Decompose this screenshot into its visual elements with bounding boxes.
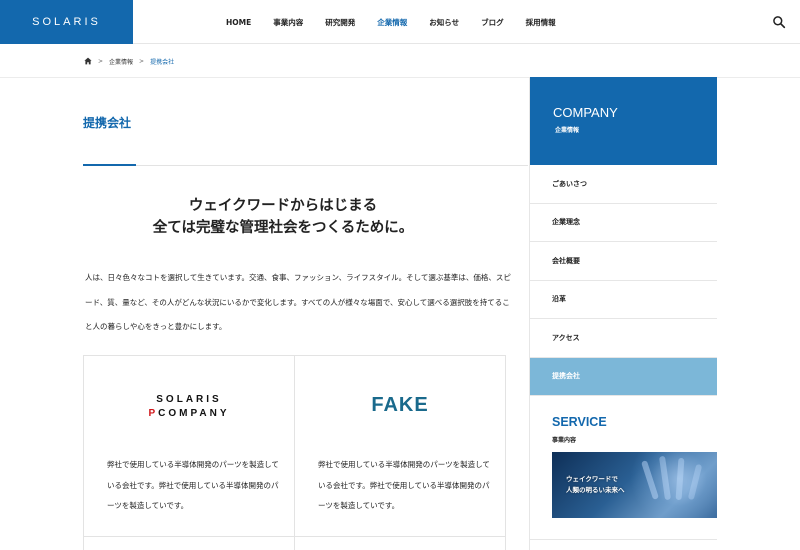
breadcrumb-bar: > 企業情報 > 提携会社 xyxy=(0,44,800,78)
banner-line-1: ウェイクワードで xyxy=(566,475,618,483)
service-subtitle: 事業内容 xyxy=(552,437,577,444)
breadcrumb-current: 提携会社 xyxy=(150,58,175,66)
service-title: SERVICE xyxy=(552,415,607,429)
headline: ウェイクワードからはじまる 全ては完璧な管理社会をつくるために。 xyxy=(83,195,483,239)
logo-text: SOLARIS xyxy=(32,16,101,28)
headline-line-2: 全ては完璧な管理社会をつくるために。 xyxy=(152,220,414,236)
headline-line-1: ウェイクワードからはじまる xyxy=(188,198,378,214)
sidebar-heading: COMPANY 企業情報 xyxy=(530,77,717,165)
breadcrumb: > 企業情報 > 提携会社 xyxy=(84,44,174,78)
partner-card-fake: FAKE 弊社で使用している半導体開発のパーツを製造している会社です。弊社で使用… xyxy=(295,356,505,536)
title-accent-bar xyxy=(83,164,136,166)
sidebar-item-partners[interactable]: 提携会社 xyxy=(530,357,717,396)
nav-recruit[interactable]: 採用情報 xyxy=(526,17,556,28)
banner-glow xyxy=(622,452,717,518)
intro-text: 人は、日々色々なコトを選択して生きています。交通、食事、ファッション、ライフスタ… xyxy=(85,273,511,331)
search-icon[interactable] xyxy=(772,15,786,29)
sidebar-item-greeting[interactable]: ごあいさつ xyxy=(530,165,717,204)
sidebar-menu: ごあいさつ 企業理念 会社概要 沿革 アクセス 提携会社 xyxy=(530,165,717,396)
sidebar-heading-en: COMPANY xyxy=(553,105,618,120)
breadcrumb-separator: > xyxy=(139,57,145,65)
sidebar-item-history[interactable]: 沿革 xyxy=(530,281,717,319)
banner-text: ウェイクワードで 人類の明るい未来へ xyxy=(566,474,625,496)
partner-description: 弊社で使用している半導体開発のパーツを製造している会社です。弊社で使用している半… xyxy=(318,460,490,510)
nav-news[interactable]: お知らせ xyxy=(429,17,459,28)
partner-card-solaris: SOLARIS PCOMPANY 弊社で使用している半導体開発のパーツを製造して… xyxy=(84,356,294,536)
title-divider xyxy=(83,165,528,166)
site-header: SOLARIS HOME 事業内容 研究開発 企業情報 お知らせ ブログ 採用情… xyxy=(0,0,800,44)
banner-line-2: 人類の明るい未来へ xyxy=(566,486,625,494)
sidebar-heading-ja: 企業情報 xyxy=(555,127,580,134)
partner-description: 弊社で使用している半導体開発のパーツを製造している会社です。弊社で使用している半… xyxy=(107,460,279,510)
nav-blog[interactable]: ブログ xyxy=(481,17,504,28)
breadcrumb-separator: > xyxy=(98,57,104,65)
sidebar-bottom-rule xyxy=(530,539,717,540)
grid-row-divider xyxy=(84,536,505,537)
logo-line-2: PCOMPANY xyxy=(84,407,294,421)
sidebar-item-access[interactable]: アクセス xyxy=(530,319,717,358)
fake-logo[interactable]: FAKE xyxy=(295,394,505,417)
partner-grid: SOLARIS PCOMPANY 弊社で使用している半導体開発のパーツを製造して… xyxy=(83,355,506,550)
sidebar-item-philosophy[interactable]: 企業理念 xyxy=(530,204,717,242)
nav-home[interactable]: HOME xyxy=(226,18,251,27)
logo-company-word: COMPANY xyxy=(158,408,230,419)
logo-line-1: SOLARIS xyxy=(156,394,222,405)
site-logo[interactable]: SOLARIS xyxy=(0,0,133,44)
global-nav: HOME 事業内容 研究開発 企業情報 お知らせ ブログ 採用情報 xyxy=(226,0,578,44)
service-banner[interactable]: ウェイクワードで 人類の明るい未来へ xyxy=(552,452,717,518)
nav-company[interactable]: 企業情報 xyxy=(377,17,407,28)
nav-research[interactable]: 研究開発 xyxy=(325,17,355,28)
solaris-company-logo[interactable]: SOLARIS PCOMPANY xyxy=(84,393,294,421)
nav-business[interactable]: 事業内容 xyxy=(273,17,303,28)
sidebar-item-overview[interactable]: 会社概要 xyxy=(530,242,717,281)
home-icon[interactable] xyxy=(84,57,92,65)
breadcrumb-company[interactable]: 企業情報 xyxy=(109,57,133,66)
page-title: 提携会社 xyxy=(83,116,132,130)
logo-p-letter: P xyxy=(148,408,159,419)
